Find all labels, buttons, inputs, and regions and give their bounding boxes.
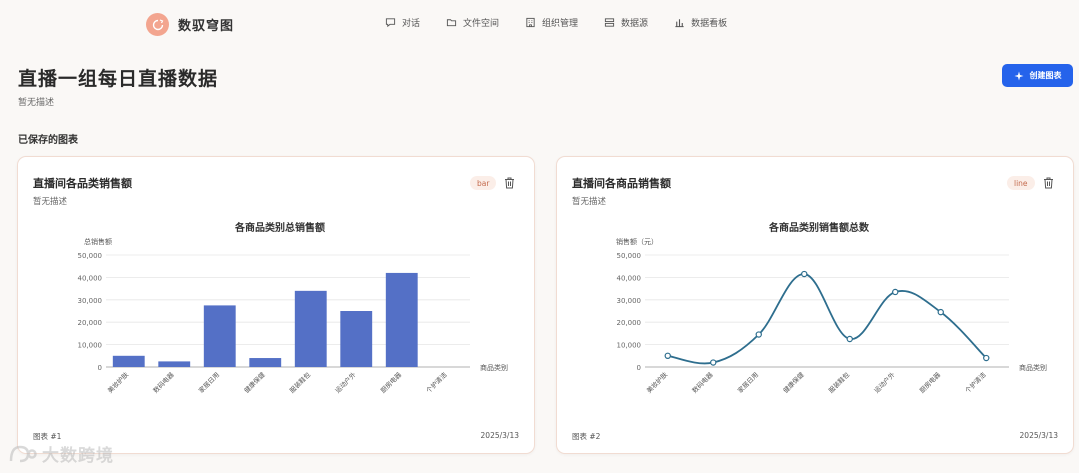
data-point (801, 270, 808, 278)
bar-chart-icon (675, 19, 684, 28)
nav-links: 对话 文件空间 组织管理 数据源 数据看板 (385, 16, 727, 29)
database-icon (604, 18, 615, 27)
nav-item-files[interactable]: 文件空间 (446, 16, 499, 29)
x-tick-label: 数码电器 (690, 370, 715, 395)
trash-icon[interactable] (504, 177, 515, 189)
card-index: 图表 #2 (572, 432, 601, 441)
y-tick-label: 20,000 (617, 319, 642, 327)
bar (249, 358, 282, 367)
y-tick-label: 30,000 (617, 297, 642, 305)
x-tick-label: 健康保健 (242, 370, 267, 395)
create-chart-label: 创建图表 (1029, 71, 1062, 80)
y-tick-label: 10,000 (617, 342, 642, 350)
create-chart-button[interactable]: 创建图表 (1002, 64, 1073, 87)
y-tick-label: 50,000 (78, 252, 103, 260)
bar (294, 290, 327, 367)
y-tick-label: 30,000 (78, 297, 103, 305)
brand-logo-icon (146, 13, 169, 36)
nav-item-datasource[interactable]: 数据源 (604, 16, 648, 29)
bar-chart: 各商品类别总销售额总销售额 0 10,000 20,000 30,000 40,000 50… (78, 221, 509, 395)
page-title: 直播一组每日直播数据 (18, 68, 219, 90)
watermark: 大数跨境 (8, 441, 114, 466)
bar (158, 361, 191, 367)
folder-icon (446, 19, 457, 27)
x-tick-label: 美妆护肤 (105, 370, 130, 395)
x-tick-label: 美妆护肤 (644, 370, 669, 395)
x-axis-label: 商品类别 (1019, 363, 1047, 372)
chart-title: 各商品类别销售额总数 (768, 221, 870, 234)
card-title: 直播间各商品销售额 (572, 177, 671, 190)
nav-item-org[interactable]: 组织管理 (525, 16, 578, 29)
x-tick-label: 家居日用 (196, 370, 221, 395)
y-tick-label: 50,000 (617, 252, 642, 260)
nav-item-dashboard[interactable]: 数据看板 (674, 16, 727, 29)
y-axis-label: 总销售额 (84, 237, 112, 246)
x-tick-label: 数码电器 (151, 370, 176, 395)
y-tick-label: 0 (637, 364, 641, 372)
x-tick-label: 运动户外 (872, 370, 897, 395)
nav-label: 对话 (402, 19, 421, 29)
x-tick-label: 服装鞋包 (826, 370, 851, 395)
chart-type-badge: bar (470, 176, 497, 190)
data-point (937, 308, 944, 316)
series-line (667, 273, 987, 365)
y-tick-label: 0 (98, 364, 102, 372)
x-tick-label: 服装鞋包 (287, 370, 312, 395)
data-point (755, 331, 762, 338)
x-tick-label: 个护清洁 (963, 370, 988, 395)
x-tick-label: 厨房电器 (917, 370, 942, 395)
page-description: 暂无描述 (18, 98, 55, 108)
data-point (664, 352, 671, 359)
chat-icon (385, 18, 396, 28)
y-axis-label: 销售额（元） (616, 237, 658, 246)
nav-label: 数据源 (621, 19, 649, 29)
sparkle-icon (1014, 71, 1023, 80)
data-point (846, 335, 853, 343)
brand[interactable]: 数驭穹图 (146, 13, 234, 36)
card-date: 2025/3/13 (480, 431, 519, 440)
chart-type-badge: line (1007, 176, 1035, 190)
y-tick-label: 40,000 (78, 274, 103, 282)
nav-label: 组织管理 (542, 19, 579, 29)
y-tick-label: 20,000 (78, 319, 103, 327)
nav-item-chat[interactable]: 对话 (385, 16, 420, 29)
x-axis-label: 商品类别 (480, 363, 508, 372)
x-tick-label: 个护清洁 (424, 370, 449, 395)
card-description: 暂无描述 (33, 197, 68, 207)
x-tick-label: 厨房电器 (378, 370, 403, 395)
data-point (710, 359, 717, 366)
watermark-logo-icon (9, 445, 37, 462)
bar (203, 305, 236, 367)
bar (112, 355, 145, 367)
chart-card[interactable]: 直播间各商品销售额 暂无描述 line 各商品类别销售额总数销售额（元） 0 10,… (556, 156, 1074, 454)
org-icon (526, 17, 535, 28)
x-tick-label: 家居日用 (735, 370, 760, 395)
brand-name: 数驭穹图 (178, 19, 235, 34)
data-point (892, 288, 899, 296)
chart-title: 各商品类别总销售额 (234, 221, 325, 234)
y-tick-label: 40,000 (617, 274, 642, 282)
chart-card[interactable]: 直播间各品类销售额 暂无描述 bar 各商品类别总销售额总销售额 0 10,000 2… (17, 156, 535, 454)
card-description: 暂无描述 (572, 197, 607, 207)
watermark-text: 大数跨境 (42, 446, 114, 466)
nav-label: 数据看板 (691, 19, 728, 29)
top-navigation: 数驭穹图 对话 文件空间 组织管理 数据源 数据看板 (0, 0, 1079, 48)
data-point (983, 354, 990, 362)
bar (340, 311, 373, 367)
card-title: 直播间各品类销售额 (33, 177, 132, 190)
bar (385, 272, 418, 367)
y-tick-label: 10,000 (78, 342, 103, 350)
section-title: 已保存的图表 (18, 135, 78, 146)
x-tick-label: 运动户外 (333, 370, 358, 395)
x-tick-label: 健康保健 (781, 370, 806, 395)
card-date: 2025/3/13 (1019, 431, 1058, 440)
nav-label: 文件空间 (463, 19, 500, 29)
trash-icon[interactable] (1043, 177, 1054, 189)
line-chart: 各商品类别销售额总数销售额（元） 0 10,000 20,000 30,000 40,00… (616, 221, 1047, 395)
